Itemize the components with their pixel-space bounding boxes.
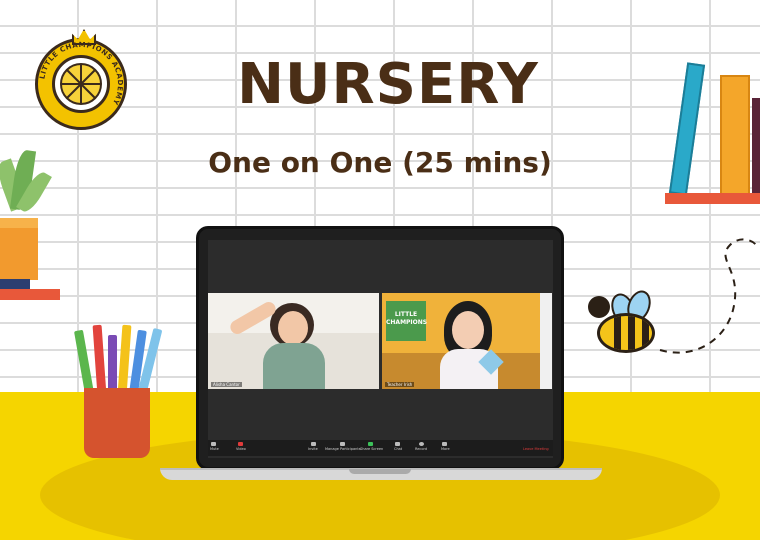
manage-participants-button[interactable]: Manage Participants xyxy=(325,447,361,451)
book-maroon xyxy=(752,98,760,194)
student-video-tile[interactable]: Alisha Cantor xyxy=(208,293,379,389)
leave-meeting-button[interactable]: Leave Meeting xyxy=(523,447,549,451)
bee-head xyxy=(588,296,610,318)
book-orange xyxy=(720,75,750,195)
teacher-video-tile[interactable]: LITTLE CHAMPIONS Teacher Irish xyxy=(382,293,552,389)
laptop-notch xyxy=(349,469,411,474)
bee-stripe xyxy=(642,316,649,350)
microphone-icon[interactable] xyxy=(211,442,216,446)
more-icon[interactable] xyxy=(442,442,447,446)
participant-name: Alisha Cantor xyxy=(211,382,242,387)
invite-button[interactable]: Invite xyxy=(308,447,318,451)
pencil-cup xyxy=(84,388,150,458)
page-subtitle: One on One (25 mins) xyxy=(208,146,552,179)
svg-text:LITTLE CHAMPIONS ACADEMY: LITTLE CHAMPIONS ACADEMY xyxy=(38,41,124,107)
bee-stripe xyxy=(614,316,621,350)
bee-flight-path xyxy=(659,238,759,354)
video-camera-icon[interactable] xyxy=(238,442,243,446)
left-shelf xyxy=(0,289,60,300)
teacher-face xyxy=(452,311,484,349)
share-screen-icon[interactable] xyxy=(368,442,373,446)
logo-ring-text: LITTLE CHAMPIONS ACADEMY xyxy=(38,41,124,107)
share-screen-button[interactable]: Share Screen xyxy=(360,447,383,451)
video-button[interactable]: Video xyxy=(236,447,246,451)
bee-icon xyxy=(597,313,655,353)
chat-icon[interactable] xyxy=(395,442,400,446)
bee-stripe xyxy=(628,316,635,350)
plant-pot xyxy=(0,218,38,280)
student-shirt xyxy=(263,343,325,389)
student-face xyxy=(278,311,308,345)
right-shelf xyxy=(665,193,760,204)
page-title: NURSERY xyxy=(237,52,539,117)
mute-button[interactable]: Mute xyxy=(210,447,219,451)
more-button[interactable]: More xyxy=(441,447,450,451)
meeting-toolbar: Mute Video Invite Manage Participants Sh… xyxy=(208,440,553,456)
academy-logo: LITTLE CHAMPIONS ACADEMY xyxy=(35,29,127,130)
record-icon[interactable] xyxy=(419,442,424,446)
chat-button[interactable]: Chat xyxy=(394,447,402,451)
shelf-book xyxy=(0,279,30,289)
classroom-board: LITTLE CHAMPIONS xyxy=(386,301,427,341)
participants-icon[interactable] xyxy=(340,442,345,446)
invite-icon[interactable] xyxy=(311,442,316,446)
participant-name: Teacher Irish xyxy=(385,382,415,387)
annotation-toolbar[interactable] xyxy=(540,293,552,389)
record-button[interactable]: Record xyxy=(415,447,427,451)
